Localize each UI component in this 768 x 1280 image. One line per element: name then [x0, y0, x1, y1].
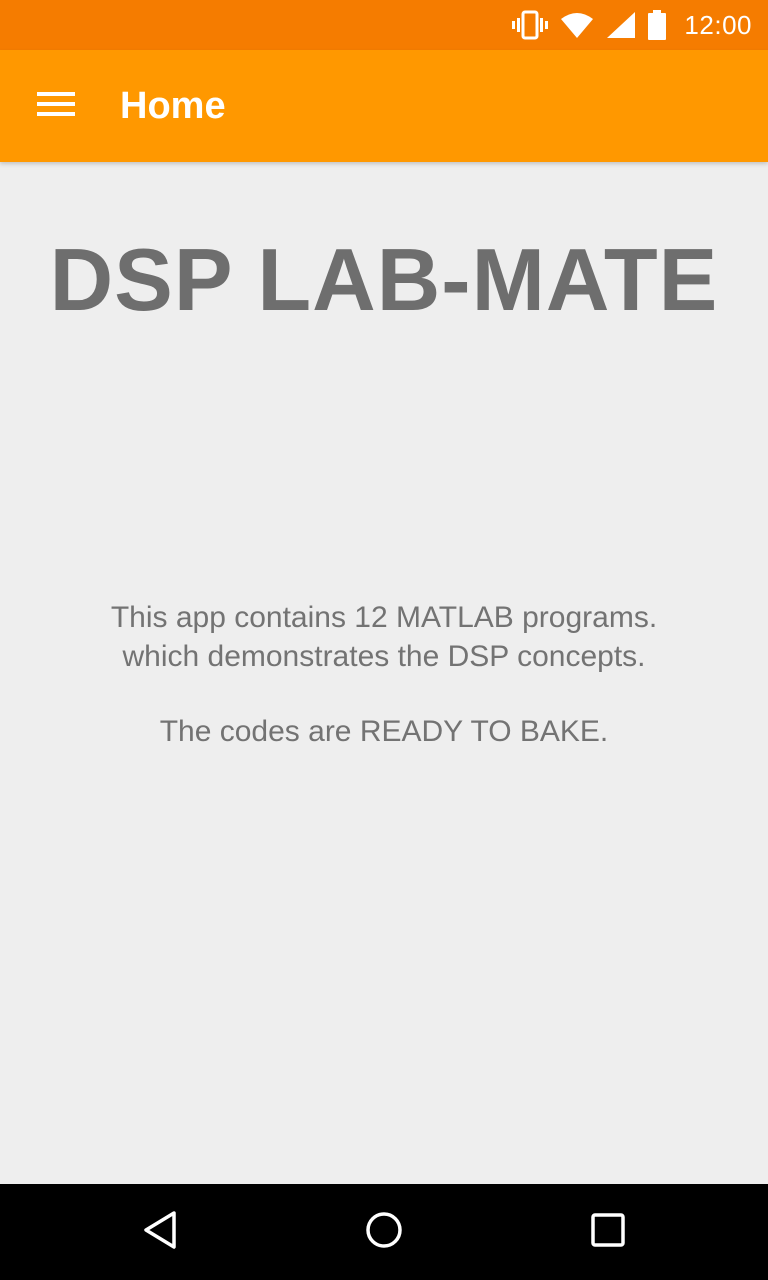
- back-icon: [140, 1209, 180, 1256]
- back-button[interactable]: [128, 1200, 192, 1264]
- battery-icon: [648, 10, 667, 40]
- status-time: 12:00: [684, 9, 752, 40]
- recents-button[interactable]: [576, 1200, 640, 1264]
- menu-icon: [37, 90, 75, 123]
- status-bar: 12:00: [0, 0, 768, 50]
- description: This app contains 12 MATLAB programs. wh…: [40, 598, 728, 751]
- description-line-2: which demonstrates the DSP concepts.: [122, 640, 646, 673]
- recents-icon: [590, 1212, 626, 1253]
- status-icons: 12:00: [512, 0, 752, 50]
- nav-bar: [0, 1184, 768, 1280]
- app-bar: Home: [0, 50, 768, 162]
- main-content: DSP LAB-MATE This app contains 12 MATLAB…: [0, 162, 768, 1184]
- headline: DSP LAB-MATE: [49, 230, 719, 329]
- wifi-icon: [560, 11, 594, 39]
- description-line-1: This app contains 12 MATLAB programs.: [110, 601, 658, 634]
- home-icon: [364, 1210, 404, 1255]
- home-button[interactable]: [352, 1200, 416, 1264]
- vibrate-icon: [512, 10, 549, 40]
- app-title: Home: [120, 84, 226, 127]
- description-line-3: The codes are READY TO BAKE.: [159, 715, 609, 748]
- menu-button[interactable]: [24, 74, 88, 138]
- signal-icon: [606, 11, 636, 39]
